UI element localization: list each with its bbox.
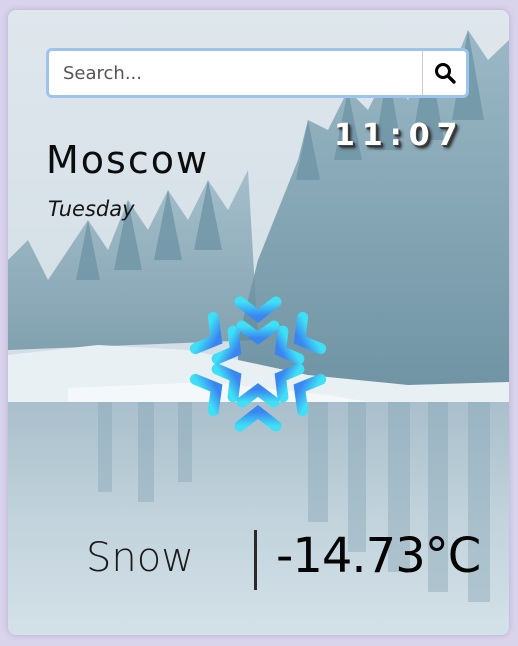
weather-card: 11:07 Moscow Tuesday Snow -14.73°C (8, 10, 509, 635)
search-bar (46, 48, 469, 98)
search-button[interactable] (422, 51, 466, 95)
snowflake-icon (186, 288, 330, 443)
search-input[interactable] (49, 51, 422, 95)
clock-time: 11:07 (334, 118, 465, 153)
search-icon (434, 63, 456, 84)
temperature: -14.73°C (276, 528, 481, 584)
city-name: Moscow (46, 138, 210, 182)
weather-condition: Snow (86, 535, 194, 581)
divider (254, 530, 257, 590)
weekday: Tuesday (48, 197, 135, 221)
